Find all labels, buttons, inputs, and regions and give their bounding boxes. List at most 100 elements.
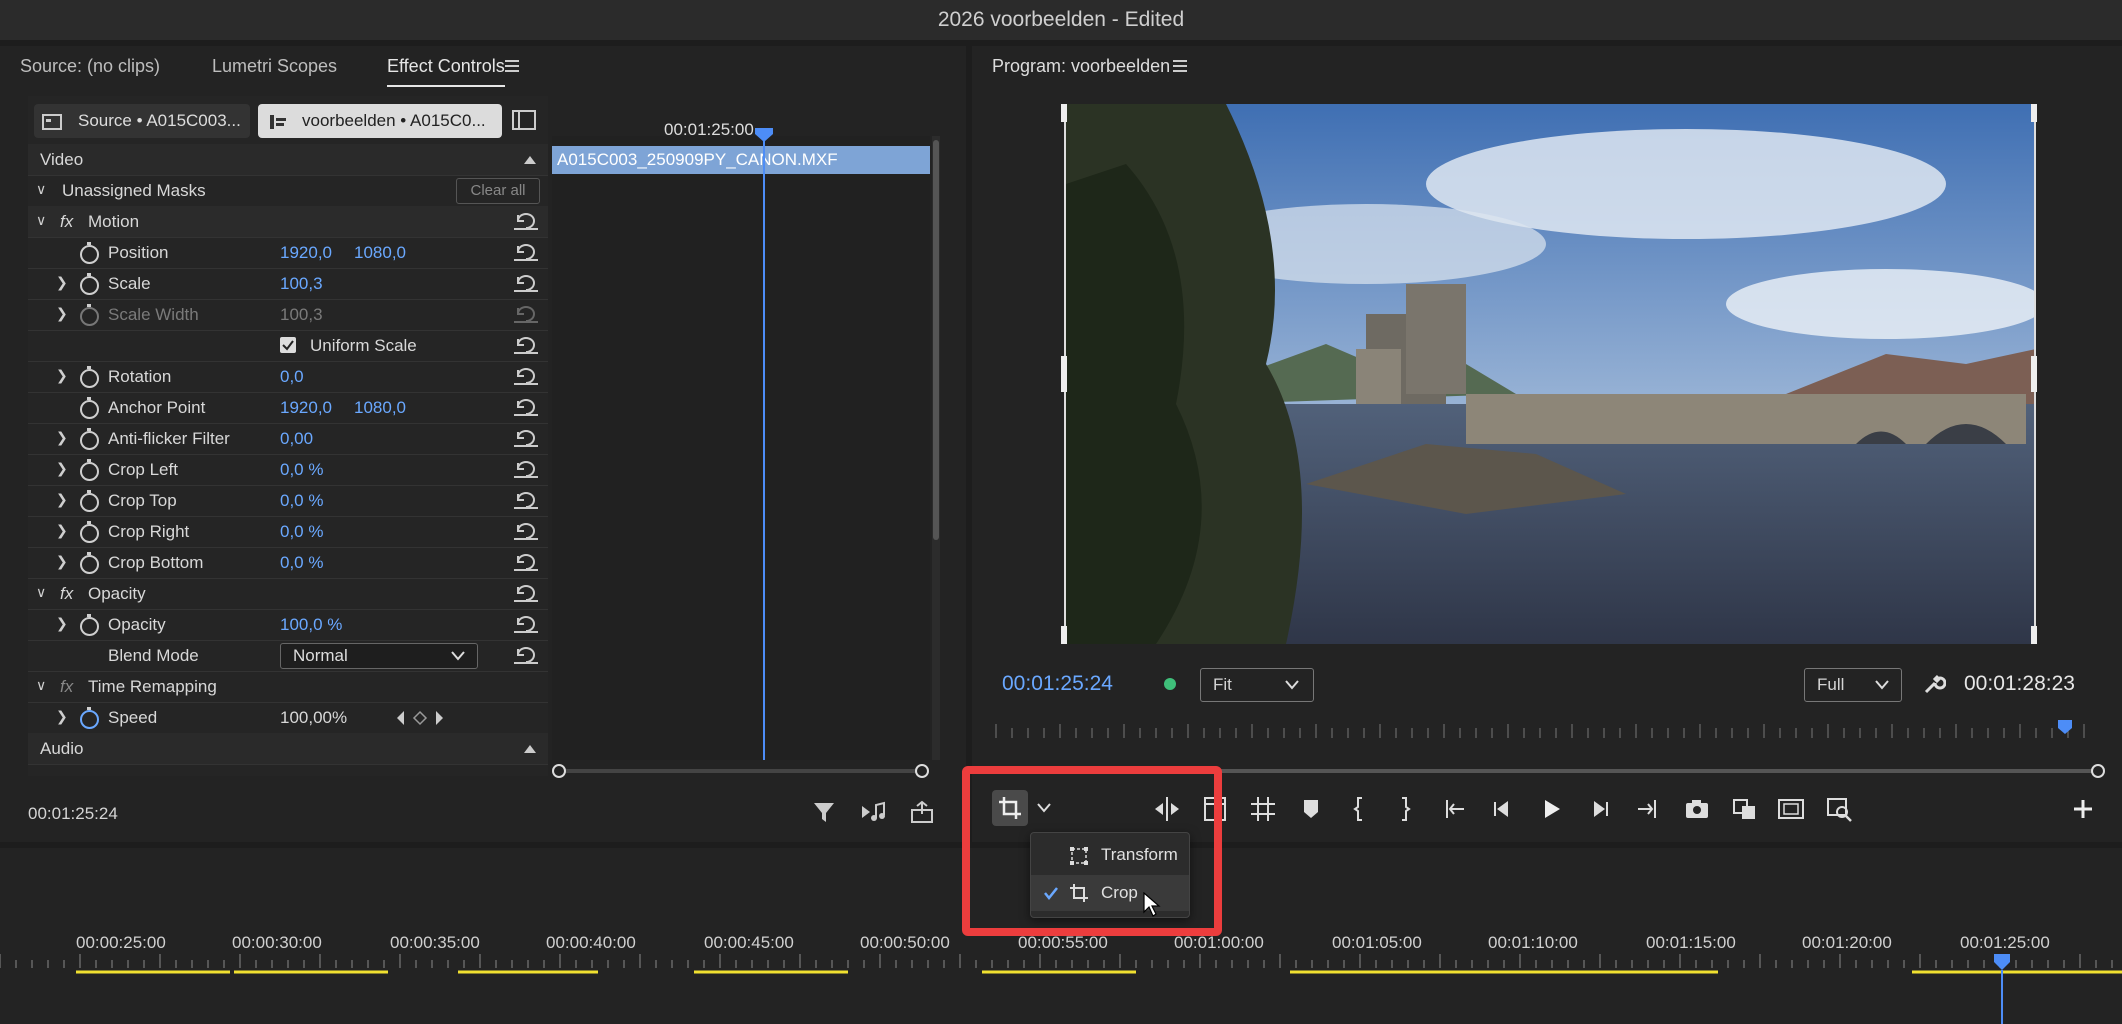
rotation-value[interactable]: 0,0: [280, 367, 304, 387]
add-button-icon[interactable]: [2068, 794, 2098, 824]
chevron-right-icon[interactable]: ❯: [56, 429, 68, 446]
reset-icon[interactable]: [514, 366, 538, 386]
fit-select[interactable]: Fit: [1200, 668, 1314, 702]
chevron-right-icon[interactable]: ❯: [56, 460, 68, 477]
anchor-x-value[interactable]: 1920,0: [280, 398, 332, 418]
program-video-frame[interactable]: [1066, 104, 2036, 644]
crop-top-value[interactable]: 0,0 %: [280, 491, 323, 511]
marker-icon[interactable]: [1296, 794, 1326, 824]
chevron-down-icon[interactable]: ∨: [36, 584, 46, 601]
reset-icon[interactable]: [514, 490, 538, 510]
compare-icon[interactable]: [1730, 794, 1760, 824]
scale-value[interactable]: 100,3: [280, 274, 323, 294]
playhead-handle-icon[interactable]: [755, 128, 773, 142]
export-icon[interactable]: [910, 800, 934, 824]
reset-icon[interactable]: [514, 583, 538, 603]
go-to-out-icon[interactable]: [1632, 794, 1662, 824]
tab-effect-controls[interactable]: Effect Controls: [387, 56, 505, 87]
reset-icon[interactable]: [514, 645, 538, 665]
stopwatch-icon[interactable]: [80, 552, 99, 574]
chevron-down-icon[interactable]: ∨: [36, 181, 46, 198]
stopwatch-icon[interactable]: [80, 273, 99, 295]
zoom-preview-icon[interactable]: [1824, 794, 1854, 824]
stopwatch-icon[interactable]: [80, 521, 99, 543]
wrench-icon[interactable]: [1922, 672, 1946, 696]
toggle-timeline-icon[interactable]: [512, 108, 538, 132]
reset-icon[interactable]: [514, 552, 538, 572]
play-icon[interactable]: [1536, 794, 1566, 824]
reset-icon[interactable]: [514, 521, 538, 541]
stopwatch-icon[interactable]: [80, 242, 99, 264]
sequence-clip-pill[interactable]: voorbeelden • A015C0...: [258, 104, 502, 138]
motion-row[interactable]: ∨ fx Motion: [28, 206, 548, 238]
reset-icon[interactable]: [514, 459, 538, 479]
effect-controls-timeline[interactable]: [552, 136, 930, 760]
crop-handle-left[interactable]: [1061, 356, 1067, 392]
anchor-y-value[interactable]: 1080,0: [354, 398, 406, 418]
collapse-up-icon[interactable]: [524, 154, 536, 164]
crop-handle-bottom-left[interactable]: [1061, 626, 1067, 644]
collapse-up-icon[interactable]: [524, 743, 536, 753]
ec-current-time[interactable]: 00:01:25:24: [28, 804, 118, 824]
reset-icon[interactable]: [514, 242, 538, 262]
ec-clip-bar[interactable]: A015C003_250909PY_CANON.MXF: [552, 146, 930, 174]
chevron-right-icon[interactable]: ❯: [56, 522, 68, 539]
ec-playhead[interactable]: [763, 130, 765, 760]
uniform-scale-checkbox[interactable]: [280, 337, 296, 353]
panel-menu-icon[interactable]: [1172, 58, 1188, 74]
crop-handle-right[interactable]: [2031, 356, 2037, 392]
stopwatch-icon[interactable]: [80, 366, 99, 388]
crop-handle-bottom-right[interactable]: [2031, 626, 2037, 644]
reset-icon[interactable]: [514, 211, 538, 231]
chevron-right-icon[interactable]: ❯: [56, 274, 68, 291]
chevron-right-icon[interactable]: ❯: [56, 553, 68, 570]
play-audio-icon[interactable]: [860, 800, 888, 824]
reset-icon[interactable]: [514, 614, 538, 634]
step-forward-icon[interactable]: [1584, 794, 1614, 824]
chevron-right-icon[interactable]: ❯: [56, 367, 68, 384]
chevron-right-icon[interactable]: ❯: [56, 491, 68, 508]
tab-lumetri-scopes[interactable]: Lumetri Scopes: [212, 56, 337, 77]
crop-right-value[interactable]: 0,0 %: [280, 522, 323, 542]
blend-mode-select[interactable]: Normal: [280, 643, 478, 669]
chevron-right-icon[interactable]: ❯: [56, 708, 68, 725]
crop-handle-top-right[interactable]: [2031, 104, 2037, 122]
source-clip-pill[interactable]: Source • A015C003...: [34, 104, 250, 138]
clear-all-button[interactable]: Clear all: [456, 178, 540, 204]
reset-icon[interactable]: [514, 397, 538, 417]
crop-bottom-value[interactable]: 0,0 %: [280, 553, 323, 573]
camera-icon[interactable]: [1682, 794, 1712, 824]
program-current-time[interactable]: 00:01:25:24: [1002, 672, 1113, 696]
chevron-right-icon[interactable]: ❯: [56, 615, 68, 632]
stopwatch-icon[interactable]: [80, 614, 99, 636]
stopwatch-icon[interactable]: [80, 490, 99, 512]
reset-icon[interactable]: [514, 428, 538, 448]
reset-icon[interactable]: [514, 273, 538, 293]
grid-icon[interactable]: [1248, 794, 1278, 824]
chevron-down-icon[interactable]: ∨: [36, 212, 46, 229]
speed-value[interactable]: 100,00%: [280, 708, 347, 728]
stopwatch-icon[interactable]: [80, 428, 99, 450]
tab-source[interactable]: Source: (no clips): [20, 56, 160, 77]
chevron-down-icon[interactable]: ∨: [36, 677, 46, 694]
go-to-in-icon[interactable]: [1440, 794, 1470, 824]
reset-icon[interactable]: [514, 335, 538, 355]
step-back-icon[interactable]: [1488, 794, 1518, 824]
stopwatch-icon[interactable]: [80, 707, 99, 729]
crop-handle-top-left[interactable]: [1061, 104, 1067, 122]
opacity-section-row[interactable]: ∨ fx Opacity: [28, 578, 548, 610]
stopwatch-icon[interactable]: [80, 459, 99, 481]
mark-out-icon[interactable]: [1390, 794, 1420, 824]
ec-vertical-scrollbar[interactable]: [932, 136, 940, 760]
ec-zoom-scrollbar[interactable]: [552, 764, 930, 778]
keyframe-nav-icon[interactable]: [396, 710, 456, 726]
crop-left-value[interactable]: 0,0 %: [280, 460, 323, 480]
quality-select[interactable]: Full: [1804, 668, 1902, 702]
panel-menu-icon[interactable]: [504, 58, 520, 74]
opacity-value[interactable]: 100,0 %: [280, 615, 342, 635]
position-y-value[interactable]: 1080,0: [354, 243, 406, 263]
chevron-right-icon[interactable]: ❯: [56, 305, 68, 322]
time-remapping-row[interactable]: ∨ fx Time Remapping: [28, 671, 548, 703]
filter-icon[interactable]: [812, 800, 836, 824]
stopwatch-icon[interactable]: [80, 397, 99, 419]
